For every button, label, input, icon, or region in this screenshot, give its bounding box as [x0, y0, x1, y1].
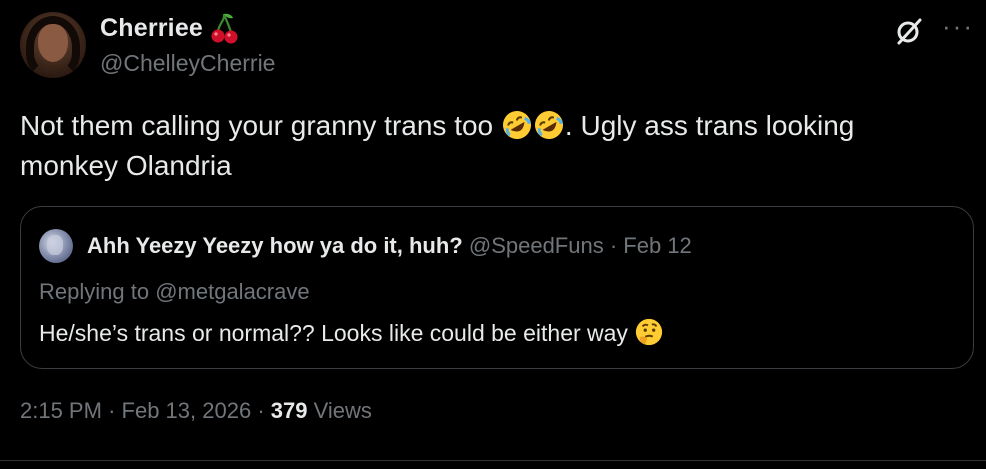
quoted-author-handle[interactable]: @SpeedFuns — [469, 233, 604, 258]
footer-separator: · — [257, 398, 265, 423]
replying-to-prefix: Replying to — [39, 279, 150, 304]
author-name-row: Cherriee — [100, 12, 239, 44]
views-label: Views — [313, 398, 372, 423]
views-count: 379 — [270, 398, 308, 423]
grok-icon[interactable] — [894, 16, 924, 46]
quoted-replying-to: Replying to @metgalacrave — [39, 279, 310, 305]
thinking-face-emoji — [634, 317, 666, 349]
quoted-author-name[interactable]: Ahh Yeezy Yeezy how ya do it, huh? — [87, 233, 463, 258]
top-right-actions: ··· — [894, 13, 974, 46]
tweet-text-part1: Not them calling your granny trans too — [20, 110, 501, 141]
quoted-header: Ahh Yeezy Yeezy how ya do it, huh? @Spee… — [87, 233, 692, 259]
rolling-on-floor-laughing-emoji — [533, 109, 565, 141]
post-time[interactable]: 2:15 PM — [20, 398, 102, 423]
tweet: Cherriee @ChelleyCherrie ··· Not them ca… — [0, 0, 986, 469]
quoted-date[interactable]: Feb 12 — [623, 233, 692, 258]
replying-to-handle[interactable]: @metgalacrave — [155, 279, 309, 304]
rolling-on-floor-laughing-emoji — [501, 109, 533, 141]
quoted-text-body: He/she’s trans or normal?? Looks like co… — [39, 320, 628, 346]
quoted-text: He/she’s trans or normal?? Looks like co… — [39, 317, 666, 349]
author-display-name[interactable]: Cherriee — [100, 14, 203, 43]
tweet-footer: 2:15 PM · Feb 13, 2026 · 379 Views — [20, 398, 372, 424]
tweet-text: Not them calling your granny trans too .… — [20, 106, 960, 186]
quoted-author-avatar[interactable] — [39, 229, 73, 263]
footer-separator: · — [108, 398, 116, 423]
author-avatar[interactable] — [20, 12, 86, 78]
quoted-separator: · — [609, 233, 618, 258]
quoted-tweet[interactable]: Ahh Yeezy Yeezy how ya do it, huh? @Spee… — [20, 206, 974, 369]
divider — [0, 460, 986, 461]
more-icon[interactable]: ··· — [942, 13, 974, 39]
cherry-icon — [209, 12, 239, 44]
avatar-face — [38, 24, 68, 62]
post-date[interactable]: Feb 13, 2026 — [122, 398, 252, 423]
author-handle[interactable]: @ChelleyCherrie — [100, 50, 275, 77]
